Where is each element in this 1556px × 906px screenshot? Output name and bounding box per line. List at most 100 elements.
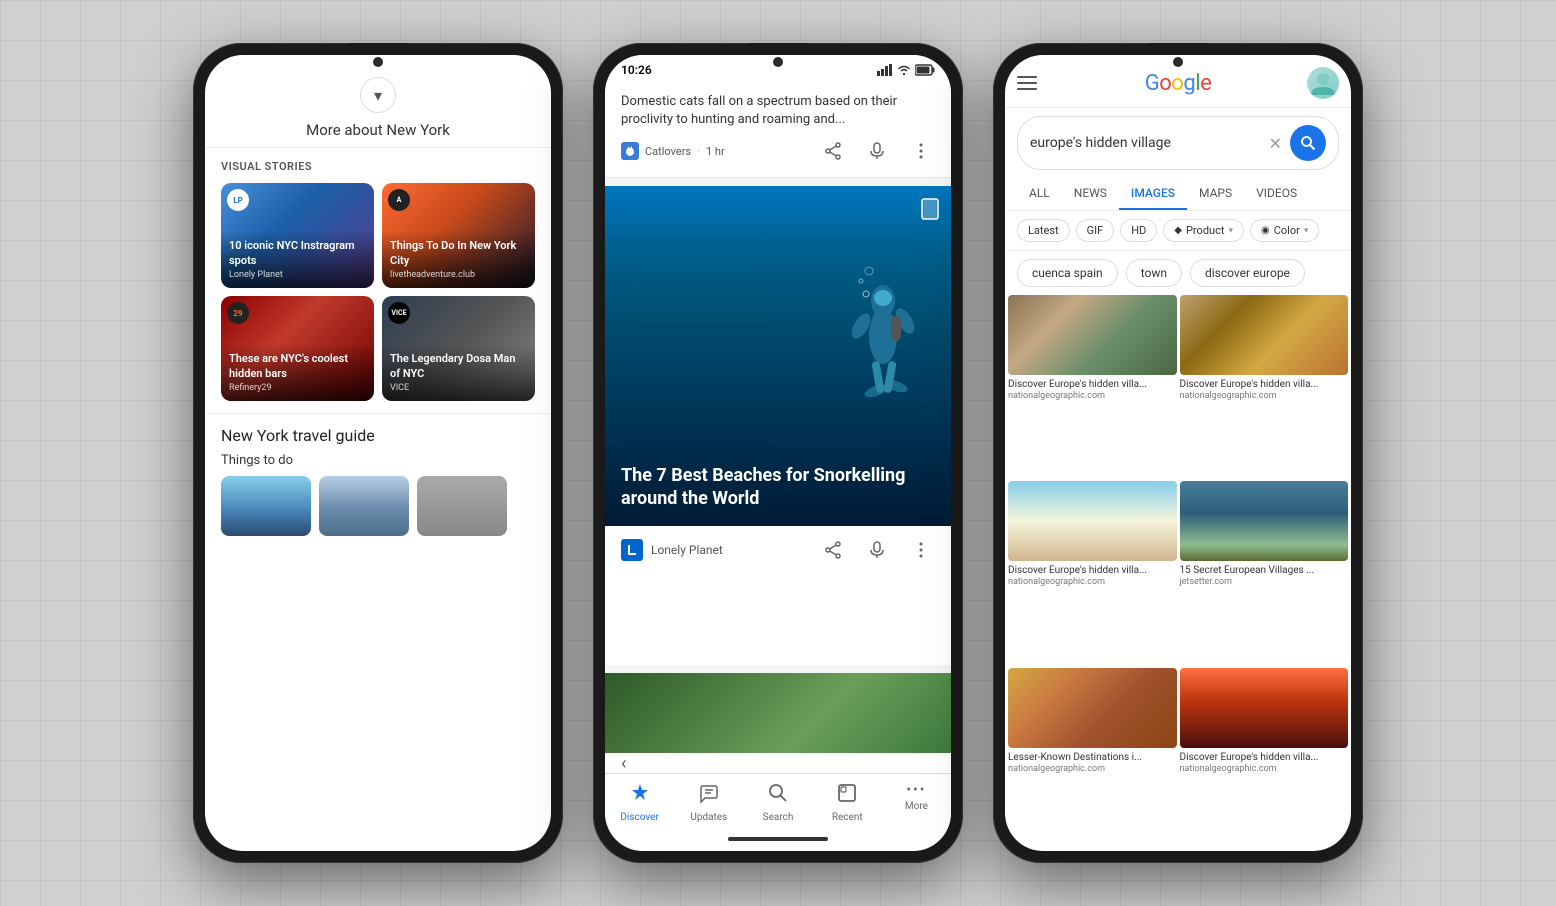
user-avatar[interactable] xyxy=(1307,67,1339,99)
nav-updates-label: Updates xyxy=(690,812,727,823)
tab-videos[interactable]: VIDEOS xyxy=(1244,178,1309,210)
story-source-1: Lonely Planet xyxy=(229,270,366,280)
status-icons xyxy=(877,64,935,76)
img-result-4[interactable]: 15 Secret European Villages ... jetsette… xyxy=(1180,481,1349,664)
thumb-skyline[interactable] xyxy=(221,476,311,536)
nav-discover-label: Discover xyxy=(620,812,659,823)
story-logo-3: 29 xyxy=(227,302,249,324)
img-result-2[interactable]: Discover Europe's hidden villa... nation… xyxy=(1180,295,1349,478)
search-clear-button[interactable]: ✕ xyxy=(1269,134,1282,153)
phone-2: 10:26 xyxy=(593,43,963,863)
image-filters: Latest GIF HD ◆ Product ▾ ◉ Color ▾ xyxy=(1005,211,1351,251)
filter-hd[interactable]: HD xyxy=(1120,219,1157,242)
feed-scroll: The 7 Best Beaches for Snorkelling aroun… xyxy=(605,178,951,753)
visual-stories-section: VISUAL STORIES LP 10 iconic NYC Instragr… xyxy=(205,148,551,413)
feed-source-name: Lonely Planet xyxy=(651,543,723,557)
tab-news[interactable]: NEWS xyxy=(1062,178,1119,210)
feed-card-footer: Lonely Planet xyxy=(605,526,951,574)
feed-mic-button[interactable] xyxy=(863,536,891,564)
feed-more-icon xyxy=(912,541,930,559)
battery-icon xyxy=(915,64,935,76)
search-query: europe's hidden village xyxy=(1030,135,1261,151)
tab-maps[interactable]: MAPS xyxy=(1187,178,1244,210)
tab-all[interactable]: ALL xyxy=(1017,178,1062,210)
chip-town[interactable]: town xyxy=(1126,259,1182,287)
thumb-statue[interactable] xyxy=(319,476,409,536)
chip-cuenca-spain[interactable]: cuenca spain xyxy=(1017,259,1118,287)
google-logo-container: Google xyxy=(1059,71,1297,96)
google-logo: Google xyxy=(1145,71,1211,96)
story-card-1[interactable]: LP 10 iconic NYC Instragram spots Lonely… xyxy=(221,183,374,288)
feed-actions xyxy=(819,536,935,564)
filter-product[interactable]: ◆ Product ▾ xyxy=(1163,219,1244,242)
notification-source: Catlovers · 1 hr xyxy=(621,142,725,160)
chip-discover-europe[interactable]: discover europe xyxy=(1190,259,1305,287)
more-about-header: ▾ More about New York xyxy=(205,65,551,148)
img-result-6[interactable]: Discover Europe's hidden villa... nation… xyxy=(1180,668,1349,851)
more-button-notif[interactable] xyxy=(907,137,935,165)
notification-card[interactable]: Domestic cats fall on a spectrum based o… xyxy=(605,81,951,178)
notification-footer: Catlovers · 1 hr xyxy=(621,137,935,165)
img-source-3: nationalgeographic.com xyxy=(1008,577,1177,587)
share-icon xyxy=(824,142,842,160)
filter-color[interactable]: ◉ Color ▾ xyxy=(1250,219,1319,242)
img-caption-6: Discover Europe's hidden villa... xyxy=(1180,751,1349,764)
img-result-1[interactable]: Discover Europe's hidden villa... nation… xyxy=(1008,295,1177,478)
partial-card[interactable] xyxy=(605,673,951,753)
notification-text: Domestic cats fall on a spectrum based o… xyxy=(621,93,935,129)
story-title-3: These are NYC's coolest hidden bars xyxy=(229,352,366,381)
hamburger-button[interactable] xyxy=(1017,67,1049,99)
search-submit-button[interactable] xyxy=(1290,125,1326,161)
more-about-title: More about New York xyxy=(306,121,450,139)
diver-illustration xyxy=(841,206,921,406)
img-caption-1: Discover Europe's hidden villa... xyxy=(1008,378,1177,391)
phone-2-screen: 10:26 xyxy=(605,55,951,851)
tab-images[interactable]: IMAGES xyxy=(1119,178,1187,210)
share-button[interactable] xyxy=(819,137,847,165)
visual-stories-label: VISUAL STORIES xyxy=(221,160,535,173)
story-card-2[interactable]: A Things To Do In New York City livethea… xyxy=(382,183,535,288)
catlovers-icon xyxy=(621,142,639,160)
feed-share-button[interactable] xyxy=(819,536,847,564)
feed-image: The 7 Best Beaches for Snorkelling aroun… xyxy=(605,186,951,526)
notification-time: 1 hr xyxy=(706,145,725,158)
phone3-content: Google europe's hidden village ✕ xyxy=(1005,55,1351,851)
clock: 10:26 xyxy=(621,63,652,77)
chevron-button[interactable]: ▾ xyxy=(360,77,396,113)
lp-icon-svg xyxy=(625,543,639,557)
google-o2: o xyxy=(1171,71,1183,96)
story-overlay-3: These are NYC's coolest hidden bars Refi… xyxy=(221,344,374,401)
feed-card[interactable]: The 7 Best Beaches for Snorkelling aroun… xyxy=(605,186,951,665)
filter-gif[interactable]: GIF xyxy=(1076,219,1115,242)
bookmark-icon[interactable] xyxy=(921,198,939,225)
feed-share-icon xyxy=(824,541,842,559)
phone-camera-2 xyxy=(773,57,783,67)
things-to-do-label: Things to do xyxy=(221,453,535,468)
img-result-5[interactable]: Lesser-Known Destinations i... nationalg… xyxy=(1008,668,1177,851)
story-card-3[interactable]: 29 These are NYC's coolest hidden bars R… xyxy=(221,296,374,401)
nav-recent[interactable]: Recent xyxy=(813,782,882,823)
filter-latest[interactable]: Latest xyxy=(1017,219,1070,242)
back-chevron-icon[interactable]: ‹ xyxy=(621,753,626,774)
avatar-svg xyxy=(1307,67,1339,99)
story-card-4[interactable]: VICE The Legendary Dosa Man of NYC VICE xyxy=(382,296,535,401)
feed-more-button[interactable] xyxy=(907,536,935,564)
search-icon-nav xyxy=(767,782,789,809)
search-bar[interactable]: europe's hidden village ✕ xyxy=(1017,116,1339,170)
img-thumb-3 xyxy=(1008,481,1177,561)
img-source-2: nationalgeographic.com xyxy=(1180,391,1349,401)
nav-updates[interactable]: Updates xyxy=(674,782,743,823)
nav-discover[interactable]: Discover xyxy=(605,782,674,823)
hamburger-line-3 xyxy=(1017,88,1037,90)
feed-mic-icon xyxy=(868,541,886,559)
nav-more[interactable]: ••• More xyxy=(882,782,951,823)
mic-button[interactable] xyxy=(863,137,891,165)
story-logo-4: VICE xyxy=(388,302,410,324)
nav-search[interactable]: Search xyxy=(743,782,812,823)
back-button-row: ‹ xyxy=(605,753,951,773)
travel-guide-title: New York travel guide xyxy=(221,426,535,445)
img-result-3[interactable]: Discover Europe's hidden villa... nation… xyxy=(1008,481,1177,664)
thumb-city[interactable] xyxy=(417,476,507,536)
google-g2: g xyxy=(1183,71,1195,96)
cat-icon xyxy=(624,145,636,157)
